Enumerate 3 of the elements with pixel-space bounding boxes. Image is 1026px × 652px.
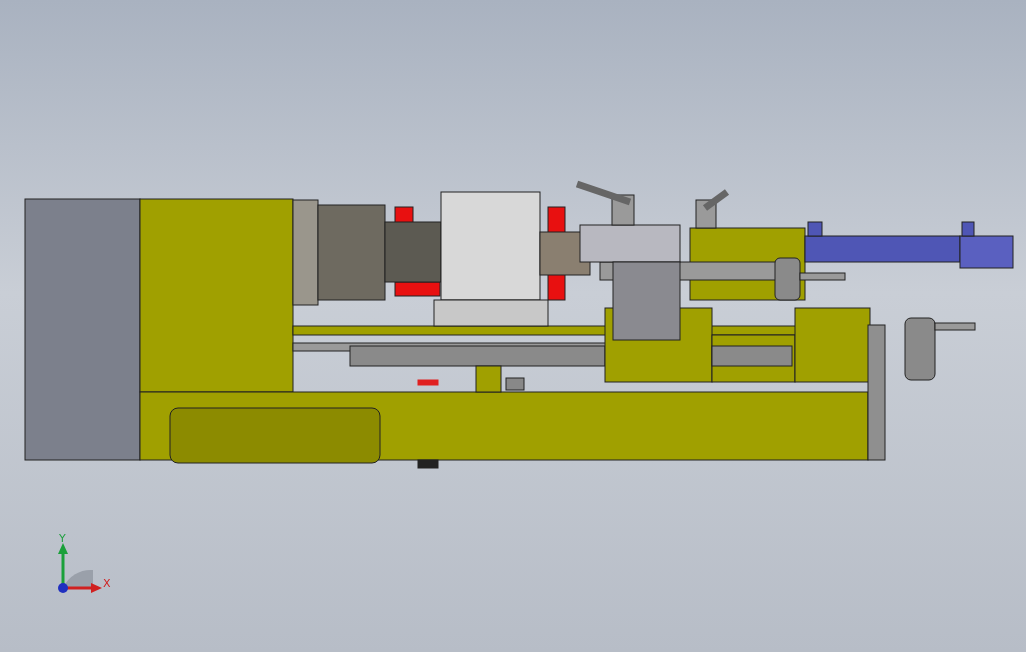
y-axis-label: Y — [59, 532, 66, 545]
axis-triad-drawing — [58, 543, 102, 593]
x-axis-label: X — [103, 577, 111, 590]
